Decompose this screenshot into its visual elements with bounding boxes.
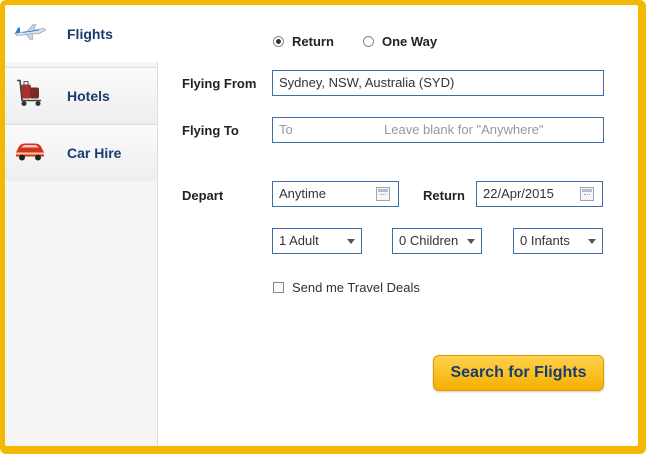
sidebar: Flights Hotels Car Hire <box>5 5 158 446</box>
depart-label: Depart <box>182 188 224 203</box>
return-radio-label[interactable]: Return <box>292 34 334 49</box>
depart-field[interactable]: Anytime <box>272 181 399 207</box>
return-date-field[interactable]: 22/Apr/2015 <box>476 181 603 207</box>
adults-value: 1 Adult <box>279 233 319 248</box>
infants-select[interactable]: 0 Infants <box>513 228 603 254</box>
tab-hotels-label: Hotels <box>67 88 110 104</box>
return-calendar-icon[interactable] <box>580 187 594 201</box>
tab-flights-label: Flights <box>67 25 113 42</box>
adults-select[interactable]: 1 Adult <box>272 228 362 254</box>
travel-deals-checkbox[interactable] <box>273 282 284 293</box>
one-way-radio[interactable] <box>363 36 374 47</box>
chevron-down-icon <box>467 239 475 244</box>
flying-to-label: Flying To <box>182 123 239 138</box>
depart-calendar-icon[interactable] <box>376 187 390 201</box>
search-flights-button[interactable]: Search for Flights <box>433 355 604 391</box>
chevron-down-icon <box>588 239 596 244</box>
children-select[interactable]: 0 Children <box>392 228 482 254</box>
travel-deals-label[interactable]: Send me Travel Deals <box>292 280 420 295</box>
chevron-down-icon <box>347 239 355 244</box>
flying-from-field[interactable]: Sydney, NSW, Australia (SYD) <box>272 70 604 96</box>
flying-to-placeholder: To <box>279 122 293 137</box>
flying-to-hint: Leave blank for "Anywhere" <box>384 122 544 137</box>
flying-to-field[interactable]: To Leave blank for "Anywhere" <box>272 117 604 143</box>
airplane-icon <box>13 21 47 46</box>
flying-from-label: Flying From <box>182 76 257 91</box>
depart-value: Anytime <box>279 186 326 201</box>
children-value: 0 Children <box>399 233 459 248</box>
tab-car-hire-label: Car Hire <box>67 145 122 161</box>
flying-from-value: Sydney, NSW, Australia (SYD) <box>279 75 455 90</box>
search-panel: Flights Hotels Car Hire Return One Way F… <box>5 5 638 446</box>
one-way-radio-label[interactable]: One Way <box>382 34 437 49</box>
return-radio[interactable] <box>273 36 284 47</box>
car-icon <box>13 140 47 167</box>
return-date-label: Return <box>423 188 465 203</box>
tab-car-hire[interactable]: Car Hire <box>5 124 157 181</box>
infants-value: 0 Infants <box>520 233 570 248</box>
tab-flights[interactable]: Flights <box>5 5 158 62</box>
tab-hotels[interactable]: Hotels <box>5 67 157 124</box>
luggage-trolley-icon <box>13 79 47 114</box>
return-date-value: 22/Apr/2015 <box>483 186 554 201</box>
